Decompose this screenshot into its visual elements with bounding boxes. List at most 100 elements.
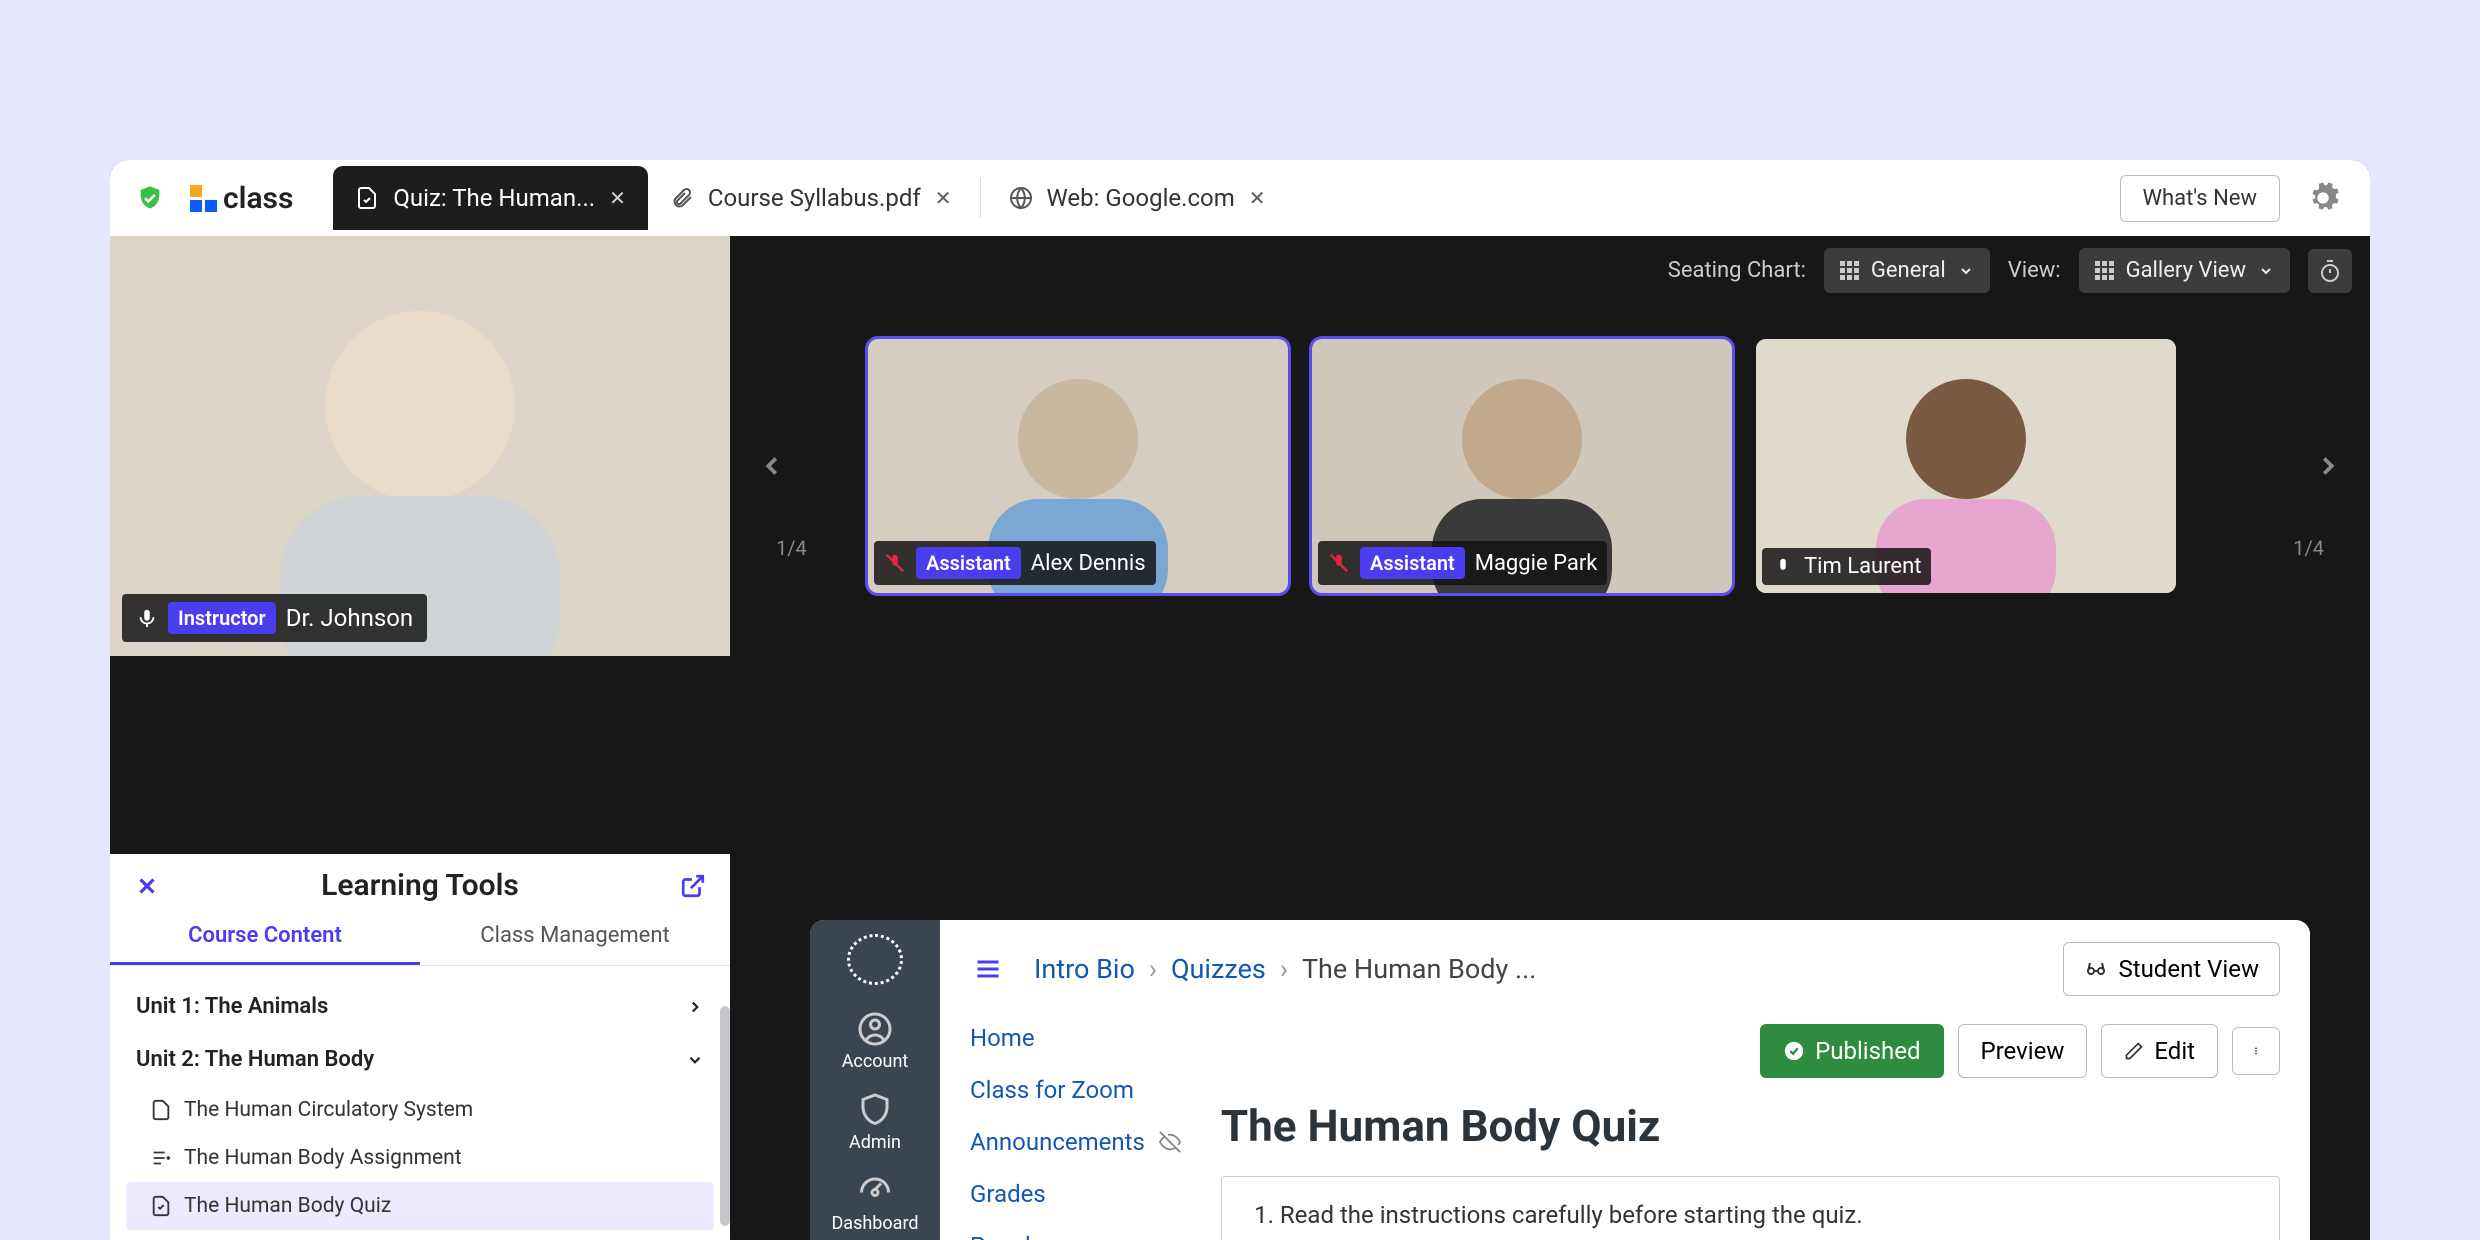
chevron-left-icon [757,442,787,490]
participant-label: Tim Laurent [1762,548,1931,585]
course-link-announcements[interactable]: Announcements [970,1128,1181,1156]
check-circle-icon [1783,1040,1805,1062]
item-label: The Human Body Quiz [184,1194,391,1218]
tool-tabs: Course Content Class Management [110,909,730,966]
tab-separator [980,178,981,218]
close-icon[interactable]: ✕ [609,186,626,210]
close-icon[interactable]: ✕ [935,186,952,210]
content-tree: Unit 1: The Animals Unit 2: The Human Bo… [110,966,730,1240]
lms-content-frame: Account Admin Dashboard Intro Bio › Quiz… [810,920,2310,1240]
shield-icon [857,1092,893,1128]
close-icon[interactable]: ✕ [1249,186,1266,210]
student-view-button[interactable]: Student View [2063,942,2280,996]
unit-item[interactable]: Unit 1: The Animals [126,980,714,1033]
canvas-logo-icon[interactable] [847,934,903,985]
view-label: View: [2008,258,2061,283]
whats-new-button[interactable]: What's New [2120,175,2281,222]
nav-admin[interactable]: Admin [810,1086,940,1159]
view-controls: Seating Chart: General View: Gallery Vie… [1668,248,2352,293]
button-label: Published [1815,1037,1920,1065]
mic-muted-icon [1328,552,1350,574]
page-indicator-left: 1/4 [776,536,807,560]
nav-label: Dashboard [831,1213,918,1234]
popout-button[interactable] [676,869,710,903]
seating-chart-label: Seating Chart: [1668,258,1806,283]
course-link-home[interactable]: Home [970,1024,1181,1052]
breadcrumb-current: The Human Body ... [1302,953,1536,985]
content-item[interactable]: The Human Circulatory System [126,1086,714,1134]
tab-syllabus[interactable]: Course Syllabus.pdf ✕ [648,166,974,230]
instructor-video-tile[interactable]: Instructor Dr. Johnson [110,236,730,656]
view-dropdown[interactable]: Gallery View [2079,248,2290,293]
gallery-prev-button[interactable] [750,444,794,488]
instruction-item: Read the instructions carefully before s… [1280,1197,2249,1233]
nav-dashboard[interactable]: Dashboard [810,1167,940,1240]
more-options-button[interactable] [2232,1027,2280,1075]
app-logo: class [190,181,293,216]
course-link-people[interactable]: People [970,1232,1181,1240]
mic-icon [136,607,158,629]
lms-global-nav: Account Admin Dashboard [810,920,940,1240]
participant-label: Assistant Maggie Park [1318,541,1607,585]
unit-item[interactable]: Unit 2: The Human Body [126,1033,714,1086]
scrollbar-thumb[interactable] [720,1006,730,1226]
close-panel-button[interactable] [130,869,164,903]
breadcrumb-link[interactable]: Quizzes [1171,953,1266,985]
nav-label: Account [842,1051,909,1072]
breadcrumb-sep: › [1149,953,1157,985]
instruction-item: Make sure you understand what is being a… [1280,1233,2249,1240]
item-label: The Human Body Assignment [184,1146,462,1170]
role-badge: Assistant [916,547,1021,579]
gear-icon[interactable] [2306,181,2340,215]
content-item[interactable]: The Human Body: Organs, Systems, Structu… [126,1230,714,1240]
chevron-right-icon [2313,442,2343,490]
course-link-grades[interactable]: Grades [970,1180,1181,1208]
preview-button[interactable]: Preview [1958,1024,2088,1078]
eye-off-icon [1159,1131,1181,1153]
participant-tile[interactable]: Assistant Alex Dennis [868,339,1288,593]
participant-tile[interactable]: Tim Laurent [1756,339,2176,593]
tab-quiz[interactable]: Quiz: The Human... ✕ [333,166,647,230]
gallery-next-button[interactable] [2306,444,2350,488]
mic-icon [1772,556,1794,578]
tab-class-management[interactable]: Class Management [420,909,730,965]
chevron-down-icon [1958,263,1974,279]
tab-label: Quiz: The Human... [393,184,595,212]
item-label: The Human Circulatory System [184,1098,473,1122]
dropdown-value: General [1871,258,1946,283]
breadcrumb-sep: › [1280,953,1288,985]
participant-tile[interactable]: Assistant Maggie Park [1312,339,1732,593]
globe-icon [1009,186,1033,210]
edit-button[interactable]: Edit [2101,1024,2218,1078]
learning-tools-panel: Learning Tools Course Content Class Mana… [110,854,730,1240]
glasses-icon [2084,957,2108,981]
tab-course-content[interactable]: Course Content [110,909,420,965]
gauge-icon [857,1173,893,1209]
participant-label: Assistant Alex Dennis [874,541,1156,585]
user-circle-icon [857,1011,893,1047]
file-check-icon [355,186,379,210]
role-badge: Assistant [1360,547,1465,579]
course-link-class-for-zoom[interactable]: Class for Zoom [970,1076,1181,1104]
quiz-icon [150,1195,172,1217]
timer-button[interactable] [2308,249,2352,293]
nav-account[interactable]: Account [810,1005,940,1078]
seating-chart-dropdown[interactable]: General [1824,248,1990,293]
participant-name: Maggie Park [1475,551,1598,576]
published-button[interactable]: Published [1760,1024,1943,1078]
participant-name: Alex Dennis [1031,551,1146,576]
nav-label: Admin [849,1132,901,1153]
dropdown-value: Gallery View [2126,258,2246,283]
breadcrumb-link[interactable]: Intro Bio [1034,953,1135,985]
participant-name: Tim Laurent [1804,554,1921,579]
assignment-icon [150,1147,172,1169]
content-item-selected[interactable]: The Human Body Quiz [126,1182,714,1230]
chevron-right-icon [686,998,704,1016]
logo-mark-icon [190,185,217,212]
hamburger-icon[interactable] [970,955,1006,983]
shield-icon [136,184,164,212]
content-item[interactable]: The Human Body Assignment [126,1134,714,1182]
stopwatch-icon [2318,259,2342,283]
unit-label: Unit 1: The Animals [136,994,328,1019]
tab-web[interactable]: Web: Google.com ✕ [987,166,1288,230]
